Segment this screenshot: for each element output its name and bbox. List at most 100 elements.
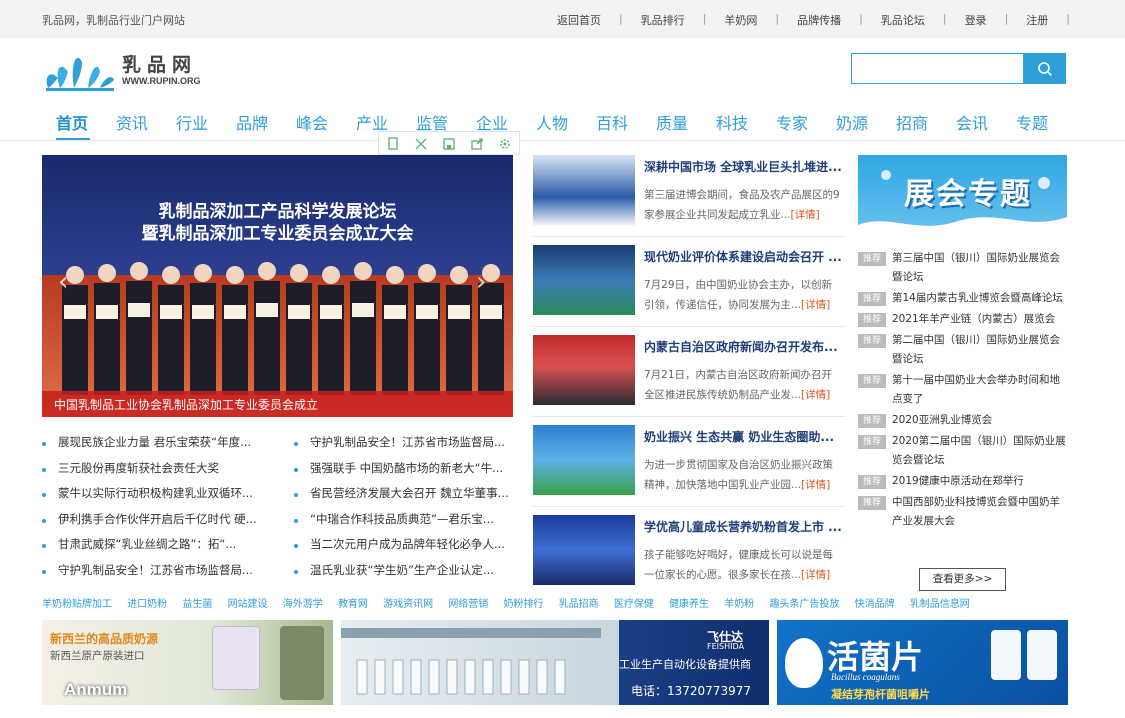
friend-link[interactable]: 羊奶粉贴牌加工: [42, 599, 112, 610]
list-item[interactable]: 伊利携手合作伙伴开启后千亿时代 硬...: [42, 511, 282, 537]
featured-thumbnail[interactable]: [533, 155, 635, 225]
nav-topics[interactable]: 专题: [1016, 110, 1048, 134]
slider-prev-arrow[interactable]: ‹: [58, 267, 68, 297]
nav-milk-source[interactable]: 奶源: [836, 110, 868, 134]
nav-encyclopedia[interactable]: 百科: [596, 110, 628, 134]
register-link[interactable]: 注册: [1008, 12, 1066, 28]
friend-link[interactable]: 趣头条广告投放: [769, 599, 839, 610]
top-link-ranking[interactable]: 乳品排行: [623, 12, 703, 28]
nav-summit[interactable]: 峰会: [296, 110, 328, 134]
featured-card[interactable]: 内蒙古自治区政府新闻办召开发布... 7月21日，内蒙古自治区政府新闻办召开全区…: [533, 335, 845, 420]
nav-divider: [0, 140, 1125, 141]
search-button[interactable]: [1023, 53, 1066, 84]
friend-link[interactable]: 医疗保健: [614, 599, 654, 610]
ad-banner-feishida[interactable]: 飞仕达 FEISHIDA 工业生产自动化设备提供商 电话：13720773977: [341, 620, 769, 705]
nav-news[interactable]: 资讯: [116, 110, 148, 134]
list-item[interactable]: 守护乳制品安全！江苏省市场监督局...: [42, 562, 282, 588]
friend-link[interactable]: 乳品招商: [559, 599, 599, 610]
featured-card[interactable]: 现代奶业评价体系建设启动会召开 ... 7月29日，由中国奶业协会主办，以创新引…: [533, 245, 845, 330]
ad-brand-name-en: FEISHIDA: [707, 642, 744, 651]
nav-people[interactable]: 人物: [536, 110, 568, 134]
friend-link[interactable]: 益生菌: [182, 599, 212, 610]
list-item[interactable]: 推荐 第二届中国（银川）国际奶业展览会暨论坛: [858, 331, 1070, 369]
ad-banner-anmum[interactable]: 新西兰的高品质奶源 新西兰原产原装进口 Anmum: [42, 620, 333, 705]
top-link-brand[interactable]: 品牌传播: [779, 12, 859, 28]
list-item[interactable]: 守护乳制品安全！江苏省市场监督局...: [294, 434, 520, 460]
list-item[interactable]: 推荐 2020第二届中国（银川）国际奶业展览会暨论坛: [858, 432, 1070, 470]
friend-link[interactable]: 网络营销: [448, 599, 488, 610]
nav-experts[interactable]: 专家: [776, 110, 808, 134]
friend-link[interactable]: 奶粉排行: [504, 599, 544, 610]
friend-link[interactable]: 网站建设: [228, 599, 268, 610]
featured-title[interactable]: 学优高儿童成长营养奶粉首发上市 ...: [644, 518, 844, 535]
list-item[interactable]: “中瑞合作科技品质典范”—君乐宝...: [294, 511, 520, 537]
slider-next-arrow[interactable]: ›: [476, 267, 486, 297]
friend-link[interactable]: 乳制品信息网: [910, 599, 970, 610]
top-link-goatmilk[interactable]: 羊奶网: [706, 12, 775, 28]
friend-link[interactable]: 进口奶粉: [127, 599, 167, 610]
friend-link[interactable]: 海外游学: [283, 599, 323, 610]
featured-card[interactable]: 奶业振兴 生态共赢 奶业生态圈助... 为进一步贯彻国家及自治区奶业振兴政策精神…: [533, 425, 845, 510]
friend-link[interactable]: 游戏资讯网: [383, 599, 433, 610]
share-icon[interactable]: [470, 136, 484, 150]
friend-link[interactable]: 教育网: [338, 599, 368, 610]
top-link-forum[interactable]: 乳品论坛: [863, 12, 943, 28]
slider-caption[interactable]: 中国乳制品工业协会乳制品深加工专业委员会成立: [42, 391, 513, 417]
featured-title[interactable]: 深耕中国市场 全球乳业巨头扎堆进...: [644, 158, 844, 175]
detail-link[interactable]: [详情]: [801, 299, 830, 311]
featured-title[interactable]: 现代奶业评价体系建设启动会召开 ...: [644, 248, 844, 265]
list-item[interactable]: 推荐 2020亚洲乳业博览会: [858, 411, 1070, 430]
featured-card[interactable]: 深耕中国市场 全球乳业巨头扎堆进... 第三届进博会期间，食品及农产品展区的9家…: [533, 155, 845, 240]
top-link-home[interactable]: 返回首页: [539, 12, 619, 28]
nav-brand[interactable]: 品牌: [236, 110, 268, 134]
view-more-button[interactable]: 查看更多>>: [919, 568, 1006, 591]
list-item[interactable]: 甘肃武威探“乳业丝绸之路”：拓“...: [42, 536, 282, 562]
detail-link[interactable]: [详情]: [801, 479, 830, 491]
featured-card[interactable]: 学优高儿童成长营养奶粉首发上市 ... 孩子能够吃好喝好，健康成长可以说是每一位…: [533, 515, 845, 600]
detail-link[interactable]: [详情]: [801, 569, 830, 581]
list-item[interactable]: 三元股份再度斩获社会责任大奖: [42, 460, 282, 486]
featured-thumbnail[interactable]: [533, 335, 635, 405]
list-item[interactable]: 温氏乳业获“学生奶”生产企业认定...: [294, 562, 520, 588]
list-item[interactable]: 推荐 第十一届中国奶业大会举办时间和地点变了: [858, 371, 1070, 409]
gear-icon[interactable]: [498, 136, 512, 150]
featured-thumbnail[interactable]: [533, 245, 635, 315]
list-item[interactable]: 当二次元用户成为品牌年轻化必争人...: [294, 536, 520, 562]
top-links: 返回首页 | 乳品排行 | 羊奶网 | 品牌传播 | 乳品论坛 | 登录 | 注册 |: [539, 12, 1070, 28]
logo-text-en: WWW.RUPIN.ORG: [122, 76, 201, 86]
featured-thumbnail[interactable]: [533, 425, 635, 495]
list-item[interactable]: 推荐 2021年羊产业链（内蒙古）展览会: [858, 310, 1070, 329]
nav-industry[interactable]: 行业: [176, 110, 208, 134]
list-item[interactable]: 省民营经济发展大会召开 魏立华董事...: [294, 485, 520, 511]
list-item[interactable]: 推荐 第三届中国（银川）国际奶业展览会暨论坛: [858, 249, 1070, 287]
list-item[interactable]: 展现民族企业力量 君乐宝荣获“年度...: [42, 434, 282, 460]
ad-banner-probiotic[interactable]: 活菌片 Bacillus coagulans 凝结芽孢杆菌咀嚼片: [777, 620, 1068, 705]
list-item[interactable]: 推荐 2019健康中原活动在郑举行: [858, 472, 1070, 491]
featured-thumbnail[interactable]: [533, 515, 635, 585]
nav-investment[interactable]: 招商: [896, 110, 928, 134]
save-icon[interactable]: [442, 136, 456, 150]
site-logo[interactable]: 乳品网 WWW.RUPIN.ORG: [44, 48, 214, 92]
friend-link[interactable]: 羊奶粉: [724, 599, 754, 610]
featured-title[interactable]: 内蒙古自治区政府新闻办召开发布...: [644, 338, 844, 355]
nav-technology[interactable]: 科技: [716, 110, 748, 134]
login-link[interactable]: 登录: [947, 12, 1005, 28]
list-item[interactable]: 强强联手 中国奶酪市场的新老大“牛...: [294, 460, 520, 486]
nav-conference[interactable]: 会讯: [956, 110, 988, 134]
nav-home[interactable]: 首页: [56, 110, 88, 134]
detail-link[interactable]: [详情]: [801, 389, 830, 401]
expo-banner[interactable]: 展会专题: [858, 155, 1067, 241]
nav-quality[interactable]: 质量: [656, 110, 688, 134]
recommend-badge: 推荐: [858, 435, 886, 449]
copy-icon[interactable]: [386, 136, 400, 150]
list-item[interactable]: 推荐 第14届内蒙古乳业博览会暨高峰论坛: [858, 289, 1070, 308]
list-item[interactable]: 蒙牛以实际行动积极构建乳业双循环...: [42, 485, 282, 511]
featured-title[interactable]: 奶业振兴 生态共赢 奶业生态圈助...: [644, 428, 844, 445]
list-item[interactable]: 推荐 中国西部奶业科技博览会暨中国奶羊产业发展大会: [858, 493, 1070, 531]
friend-link[interactable]: 快消品牌: [855, 599, 895, 610]
detail-link[interactable]: [详情]: [791, 209, 820, 221]
friend-link[interactable]: 健康养生: [669, 599, 709, 610]
expand-icon[interactable]: [414, 136, 428, 150]
search-input[interactable]: [851, 53, 1023, 84]
headline-slider[interactable]: 乳制品深加工产品科学发展论坛 暨乳制品深加工专业委员会成立大会 ‹ › 中国乳制…: [42, 155, 513, 417]
